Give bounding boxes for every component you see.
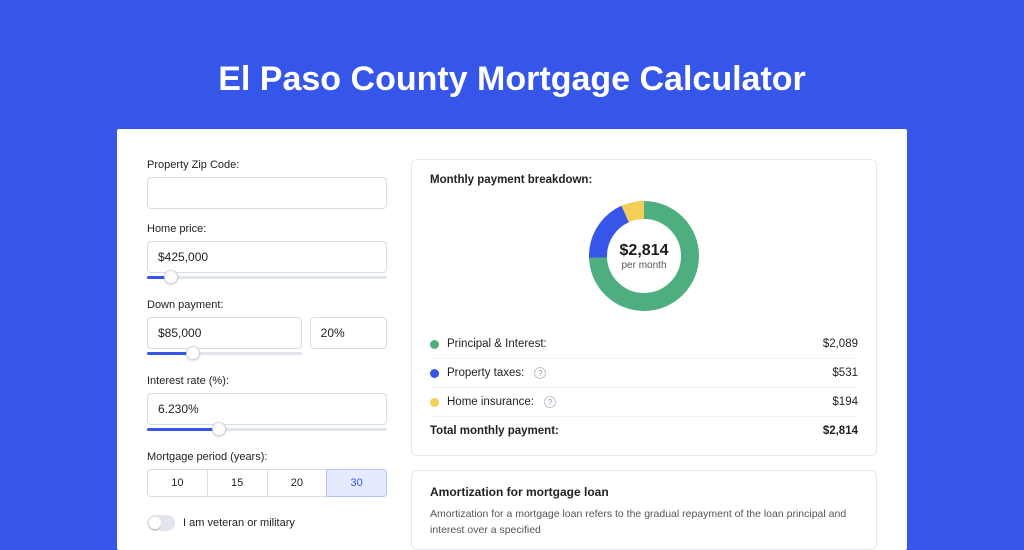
down-payment-field: Down payment: [147, 299, 387, 361]
down-payment-pct-input[interactable] [310, 317, 387, 349]
legend-taxes-row: Property taxes: ? $531 [430, 358, 858, 387]
breakdown-title: Monthly payment breakdown: [430, 174, 858, 186]
period-20-button[interactable]: 20 [267, 469, 328, 497]
interest-label: Interest rate (%): [147, 375, 387, 387]
interest-input[interactable] [147, 393, 387, 425]
dot-icon [430, 369, 439, 378]
zip-label: Property Zip Code: [147, 159, 387, 171]
veteran-toggle[interactable] [147, 515, 175, 531]
amortization-title: Amortization for mortgage loan [430, 485, 858, 499]
dot-icon [430, 340, 439, 349]
donut-total-sub: per month [621, 260, 666, 271]
veteran-label: I am veteran or military [183, 517, 295, 529]
period-options: 10 15 20 30 [147, 469, 387, 497]
calculator-panel: Property Zip Code: Home price: Down paym… [117, 129, 907, 550]
period-field: Mortgage period (years): 10 15 20 30 [147, 451, 387, 497]
inputs-column: Property Zip Code: Home price: Down paym… [147, 159, 387, 550]
dot-icon [430, 398, 439, 407]
home-price-input[interactable] [147, 241, 387, 273]
legend-insurance-row: Home insurance: ? $194 [430, 387, 858, 416]
results-column: Monthly payment breakdown: $2,814 per mo… [411, 159, 877, 550]
home-price-field: Home price: [147, 223, 387, 285]
legend-principal-amount: $2,089 [823, 338, 858, 350]
slider-thumb[interactable] [212, 422, 226, 436]
period-10-button[interactable]: 10 [147, 469, 208, 497]
down-payment-slider[interactable] [147, 347, 302, 361]
legend-principal-label: Principal & Interest: [447, 338, 547, 350]
legend-taxes-amount: $531 [832, 367, 858, 379]
period-15-button[interactable]: 15 [207, 469, 268, 497]
donut-chart: $2,814 per month [430, 196, 858, 316]
legend-total-amount: $2,814 [823, 425, 858, 437]
legend-taxes-label: Property taxes: [447, 367, 524, 379]
page-title: El Paso County Mortgage Calculator [0, 0, 1024, 129]
legend-total-row: Total monthly payment: $2,814 [430, 416, 858, 445]
interest-slider[interactable] [147, 423, 387, 437]
slider-thumb[interactable] [164, 270, 178, 284]
legend-insurance-label: Home insurance: [447, 396, 534, 408]
down-payment-input[interactable] [147, 317, 302, 349]
home-price-label: Home price: [147, 223, 387, 235]
donut-total-amount: $2,814 [620, 242, 669, 260]
breakdown-card: Monthly payment breakdown: $2,814 per mo… [411, 159, 877, 456]
down-payment-label: Down payment: [147, 299, 387, 311]
zip-field: Property Zip Code: [147, 159, 387, 209]
period-30-button[interactable]: 30 [326, 469, 387, 497]
info-icon[interactable]: ? [534, 367, 546, 379]
period-label: Mortgage period (years): [147, 451, 387, 463]
info-icon[interactable]: ? [544, 396, 556, 408]
legend-principal-row: Principal & Interest: $2,089 [430, 330, 858, 358]
home-price-slider[interactable] [147, 271, 387, 285]
amortization-card: Amortization for mortgage loan Amortizat… [411, 470, 877, 550]
legend-total-label: Total monthly payment: [430, 425, 559, 437]
interest-field: Interest rate (%): [147, 375, 387, 437]
legend-insurance-amount: $194 [832, 396, 858, 408]
veteran-toggle-row: I am veteran or military [147, 515, 387, 531]
zip-input[interactable] [147, 177, 387, 209]
slider-thumb[interactable] [186, 346, 200, 360]
